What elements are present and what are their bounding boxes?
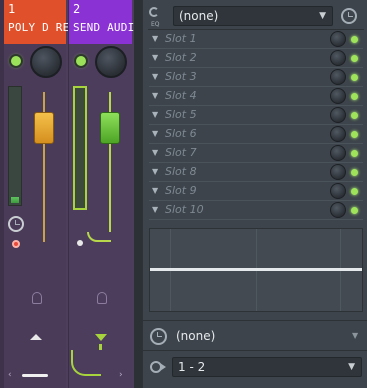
slot-menu-arrow-icon[interactable]: ▼ [152, 167, 158, 176]
effect-slot[interactable]: ▼ Slot 2 [149, 50, 363, 68]
track-2-pan-knob[interactable] [95, 46, 127, 78]
eq-label: EQ [151, 21, 160, 28]
slot-label: Slot 5 [165, 108, 197, 121]
mixer-track-2[interactable]: 2 SEND AUDIO › [68, 0, 142, 388]
track-2-right-arrow-icon[interactable]: › [119, 370, 123, 380]
divider-routing [143, 350, 367, 351]
slot-enable-led[interactable] [351, 74, 358, 81]
slot-enable-led[interactable] [351, 150, 358, 157]
track-1-latency-clock-icon[interactable] [8, 216, 24, 232]
routing-dropdown[interactable]: 1 - 2 ▼ [172, 357, 362, 377]
track-2-enable-led[interactable] [76, 56, 86, 66]
splitter[interactable] [134, 0, 142, 388]
effect-slot[interactable]: ▼ Slot 7 [149, 145, 363, 163]
slot-mix-knob[interactable] [330, 107, 346, 123]
effect-slot[interactable]: ▼ Slot 9 [149, 183, 363, 201]
slot-enable-led[interactable] [351, 169, 358, 176]
effect-slot[interactable]: ▼ Slot 5 [149, 107, 363, 125]
effect-slot[interactable]: ▼ Slot 6 [149, 126, 363, 144]
mixer-track-1[interactable]: 1 POLY D REC ‹ [4, 0, 77, 388]
slot-mix-knob[interactable] [330, 145, 346, 161]
slot-label: Slot 8 [165, 165, 197, 178]
slot-enable-led[interactable] [351, 55, 358, 62]
slot-enable-led[interactable] [351, 207, 358, 214]
track-2-header[interactable]: 2 SEND AUDIO [69, 0, 142, 44]
slot-label: Slot 10 [165, 203, 204, 216]
track-1-volume-fader[interactable] [34, 112, 54, 144]
track-2-level-meter [73, 86, 87, 210]
effect-slot[interactable]: ▼ Slot 4 [149, 88, 363, 106]
track-1-meter-level [11, 197, 19, 203]
slot-mix-knob[interactable] [330, 164, 346, 180]
track-1-level-meter [8, 86, 22, 206]
slot-menu-arrow-icon[interactable]: ▼ [152, 34, 158, 43]
effect-slot[interactable]: ▼ Slot 1 [149, 31, 363, 49]
effect-slot[interactable]: ▼ Slot 8 [149, 164, 363, 182]
track-2-route-down-arrow-icon[interactable] [95, 334, 107, 341]
preset-dropdown[interactable]: (none) ▼ [173, 6, 333, 26]
track-1-record-icon[interactable] [12, 240, 20, 248]
slot-label: Slot 1 [165, 32, 197, 45]
mixer-tracks-panel: 1 POLY D REC ‹ 2 SEND AUDIO › [0, 0, 142, 388]
slot-mix-knob[interactable] [330, 183, 346, 199]
slot-mix-knob[interactable] [330, 50, 346, 66]
slot-menu-arrow-icon[interactable]: ▼ [152, 91, 158, 100]
track-2-send-curve [87, 232, 111, 242]
slot-mix-knob[interactable] [330, 31, 346, 47]
slot-label: Slot 4 [165, 89, 197, 102]
track-2-input-plug-icon[interactable] [97, 292, 107, 304]
time-clock-icon[interactable] [150, 328, 167, 345]
slot-label: Slot 2 [165, 51, 197, 64]
slot-enable-led[interactable] [351, 36, 358, 43]
track-2-volume-fader[interactable] [100, 112, 120, 144]
slot-menu-arrow-icon[interactable]: ▼ [152, 205, 158, 214]
slot-label: Slot 7 [165, 146, 197, 159]
slot-label: Slot 3 [165, 70, 197, 83]
effect-slot[interactable]: ▼ Slot 3 [149, 69, 363, 87]
effect-slot[interactable]: ▼ Slot 10 [149, 202, 363, 220]
track-1-route-up-arrow-icon[interactable] [30, 334, 42, 340]
slot-menu-arrow-icon[interactable]: ▼ [152, 186, 158, 195]
track-1-left-arrow-icon[interactable]: ‹ [8, 370, 12, 380]
divider-bottom [143, 320, 367, 321]
track-2-record-icon[interactable] [77, 240, 83, 246]
track-1-stereo-separation-bar[interactable] [22, 374, 48, 377]
track-2-number: 2 [73, 2, 81, 16]
eq-icon[interactable] [149, 5, 165, 21]
slot-menu-arrow-icon[interactable]: ▼ [152, 129, 158, 138]
track-2-name: SEND AUDIO [73, 21, 142, 34]
slot-label: Slot 9 [165, 184, 197, 197]
chevron-down-icon[interactable]: ▼ [352, 331, 358, 340]
slot-menu-arrow-icon[interactable]: ▼ [152, 72, 158, 81]
slot-enable-led[interactable] [351, 131, 358, 138]
routing-dropdown-value: 1 - 2 [178, 360, 206, 374]
slot-mix-knob[interactable] [330, 202, 346, 218]
slot-enable-led[interactable] [351, 188, 358, 195]
track-1-number: 1 [8, 2, 16, 16]
slot-mix-knob[interactable] [330, 69, 346, 85]
divider-top [148, 29, 364, 30]
slot-menu-arrow-icon[interactable]: ▼ [152, 148, 158, 157]
chevron-down-icon: ▼ [348, 362, 355, 372]
slot-enable-led[interactable] [351, 112, 358, 119]
slot-label: Slot 6 [165, 127, 197, 140]
track-1-enable-led[interactable] [11, 56, 21, 66]
track-1-header[interactable]: 1 POLY D REC [4, 0, 77, 44]
track-1-pan-knob[interactable] [30, 46, 62, 78]
audio-output-icon[interactable] [150, 359, 168, 375]
track-2-route-wire [71, 350, 101, 376]
bottom-preset-value[interactable]: (none) [176, 329, 215, 343]
track-1-name: POLY D REC [8, 21, 77, 34]
chevron-down-icon: ▼ [319, 11, 326, 21]
slot-mix-knob[interactable] [330, 126, 346, 142]
latency-clock-icon[interactable] [341, 8, 357, 24]
eq-graph[interactable] [149, 228, 363, 312]
slot-menu-arrow-icon[interactable]: ▼ [152, 53, 158, 62]
eq-response-curve [150, 268, 362, 271]
slot-enable-led[interactable] [351, 93, 358, 100]
track-1-input-plug-icon[interactable] [32, 292, 42, 304]
slot-menu-arrow-icon[interactable]: ▼ [152, 110, 158, 119]
slot-mix-knob[interactable] [330, 88, 346, 104]
preset-dropdown-value: (none) [179, 9, 219, 23]
